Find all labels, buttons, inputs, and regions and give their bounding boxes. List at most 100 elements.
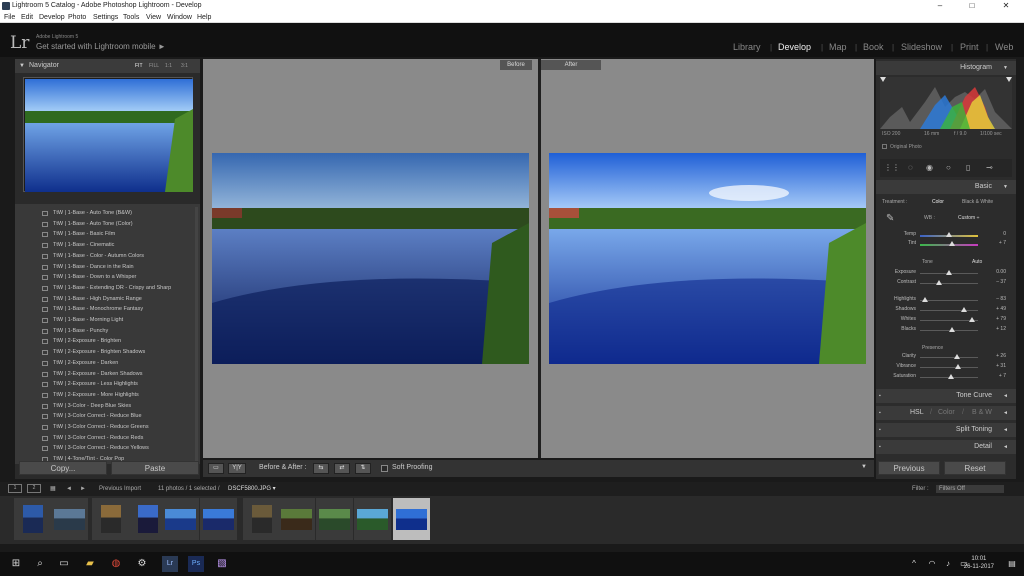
menu-help[interactable]: Help (197, 12, 211, 23)
auto-tone-button[interactable]: Auto (972, 259, 982, 265)
slider-highlights[interactable]: Highlights – 83 (876, 296, 1016, 305)
tone-curve-header[interactable]: ▪ Tone Curve ◄ (876, 389, 1016, 403)
basic-header[interactable]: Basic ▼ (876, 180, 1016, 194)
preset-item[interactable]: TtW | 1-Base - Auto Tone (B&W) (15, 208, 200, 219)
preset-item[interactable]: TtW | 3-Color - Deep Blue Skies (15, 401, 200, 412)
copy-before-to-after-icon[interactable]: ⇆ (313, 463, 329, 474)
source-label[interactable]: Previous Import (99, 482, 141, 496)
detail-header[interactable]: ▪ Detail ◄ (876, 440, 1016, 454)
collapse-triangle-icon[interactable]: ◄ (1003, 423, 1008, 437)
slider-saturation[interactable]: Saturation + 7 (876, 373, 1016, 382)
filmstrip-thumbnail[interactable] (278, 498, 315, 540)
before-photo[interactable] (212, 153, 529, 364)
before-after-mode-button[interactable]: Y|Y (228, 463, 246, 474)
filmstrip-thumbnail[interactable] (200, 498, 237, 540)
grid-view-icon[interactable]: ▦ (50, 482, 56, 496)
collapse-triangle-icon[interactable]: ◄ (1003, 389, 1008, 403)
zoom-3-1[interactable]: 3:1 (181, 59, 188, 73)
collapse-triangle-icon[interactable]: ▼ (1003, 180, 1008, 194)
panel-switch-icon[interactable]: ▪ (879, 423, 881, 437)
filmstrip-thumbnail[interactable] (316, 498, 353, 540)
filmstrip-thumbnail[interactable] (51, 498, 88, 540)
copy-button[interactable]: Copy... (19, 461, 107, 475)
toolbar-menu-icon[interactable]: ▼ (861, 464, 867, 470)
filter-select[interactable]: Filters Off (936, 485, 1004, 493)
original-photo-checkbox[interactable] (882, 144, 887, 149)
preset-item[interactable]: TtW | 2-Exposure - Brighten (15, 336, 200, 347)
slider-knob[interactable] (935, 280, 942, 285)
red-eye-icon[interactable]: ○ (946, 163, 951, 172)
graduated-filter-icon[interactable]: ▯ (966, 163, 970, 172)
zoom-1-1[interactable]: 1:1 (165, 59, 172, 73)
slider-track[interactable] (920, 357, 978, 358)
forward-arrow-icon[interactable]: ► (80, 482, 86, 496)
loupe-view-button[interactable]: ▭ (208, 463, 224, 474)
histogram-header[interactable]: Histogram ▼ (876, 61, 1016, 75)
slider-knob[interactable] (946, 232, 952, 237)
treatment-bw[interactable]: Black & White (962, 199, 993, 205)
slider-value[interactable]: 0 (982, 231, 1006, 237)
slider-value[interactable]: + 7 (982, 373, 1006, 379)
preset-item[interactable]: TtW | 3-Color Correct - Reduce Blue (15, 411, 200, 422)
swap-settings-icon[interactable]: ⇅ (355, 463, 371, 474)
collapse-triangle-icon[interactable]: ▼ (1003, 61, 1008, 75)
secondary-window-icon[interactable]: 2 (27, 484, 41, 493)
notification-icon[interactable]: ▤ (1004, 556, 1020, 572)
preset-item[interactable]: TtW | 1-Base - Punchy (15, 326, 200, 337)
slider-knob[interactable] (948, 241, 955, 246)
module-web[interactable]: Web (995, 42, 1013, 52)
file-explorer-icon[interactable]: ▰ (82, 556, 98, 572)
slider-clarity[interactable]: Clarity + 26 (876, 353, 1016, 362)
module-library[interactable]: Library (733, 42, 761, 52)
module-develop[interactable]: Develop (778, 42, 811, 52)
spot-removal-icon[interactable]: ◉ (926, 163, 933, 172)
slider-shadows[interactable]: Shadows + 49 (876, 306, 1016, 315)
slider-exposure[interactable]: Exposure 0.00 (876, 269, 1016, 278)
slider-track[interactable] (920, 283, 978, 284)
crop-tool-icon[interactable]: ◌ (908, 163, 913, 172)
preset-item[interactable]: TtW | 1-Base - Auto Tone (Color) (15, 219, 200, 230)
menu-tools[interactable]: Tools (123, 12, 139, 23)
search-icon[interactable]: ⌕ (32, 556, 48, 572)
slider-knob[interactable] (969, 317, 976, 322)
previous-button[interactable]: Previous (878, 461, 940, 475)
slider-value[interactable]: – 83 (982, 296, 1006, 302)
wb-eyedropper-icon[interactable]: ✎ (886, 213, 894, 224)
split-toning-header[interactable]: ▪ Split Toning ◄ (876, 423, 1016, 437)
navigator-preview[interactable] (23, 77, 193, 192)
back-arrow-icon[interactable]: ◄ (66, 482, 72, 496)
grid-tool-icon[interactable]: ⋮⋮ (884, 163, 900, 172)
hsl-color-tab[interactable]: Color (938, 406, 955, 420)
slider-value[interactable]: + 7 (982, 240, 1006, 246)
volume-icon[interactable]: ♪ (940, 556, 956, 572)
slider-knob[interactable] (922, 297, 929, 302)
slider-track[interactable] (920, 367, 978, 368)
slider-knob[interactable] (953, 354, 960, 359)
preset-item[interactable]: TtW | 1-Base - Monochrome Fantasy (15, 304, 200, 315)
preset-item[interactable]: TtW | 3-Color Correct - Reduce Yellows (15, 443, 200, 454)
preset-item[interactable]: TtW | 2-Exposure - Darken Shadows (15, 369, 200, 380)
slider-value[interactable]: + 79 (982, 316, 1006, 322)
filmstrip-thumbnail[interactable] (354, 498, 391, 540)
slider-vibrance[interactable]: Vibrance + 31 (876, 363, 1016, 372)
menu-settings[interactable]: Settings (93, 12, 118, 23)
preset-item[interactable]: TtW | 3-Color Correct - Reduce Reds (15, 433, 200, 444)
preset-item[interactable]: TtW | 1-Base - Color - Autumn Colors (15, 251, 200, 262)
maximize-button[interactable]: □ (956, 0, 988, 12)
hsl-header[interactable]: ▪ HSL / Color / B & W ◄ (876, 406, 1016, 420)
hsl-bw-tab[interactable]: B & W (972, 406, 992, 420)
module-slideshow[interactable]: Slideshow (901, 42, 942, 52)
menu-develop[interactable]: Develop (39, 12, 65, 23)
hsl-tab[interactable]: HSL (910, 406, 924, 420)
panel-switch-icon[interactable]: ▪ (879, 440, 881, 454)
slider-temp[interactable]: Temp 0 (876, 231, 1016, 240)
slider-tint[interactable]: Tint + 7 (876, 240, 1016, 249)
slider-knob[interactable] (948, 374, 955, 379)
filmstrip-thumbnail[interactable] (243, 498, 280, 540)
minimize-button[interactable]: – (924, 0, 956, 12)
slider-knob[interactable] (960, 307, 967, 312)
paste-button[interactable]: Paste (111, 461, 199, 475)
preset-item[interactable]: TtW | 1-Base - Dance in the Rain (15, 262, 200, 273)
zoom-fill[interactable]: FILL (149, 59, 159, 73)
preset-item[interactable]: TtW | 1-Base - Cinematic (15, 240, 200, 251)
